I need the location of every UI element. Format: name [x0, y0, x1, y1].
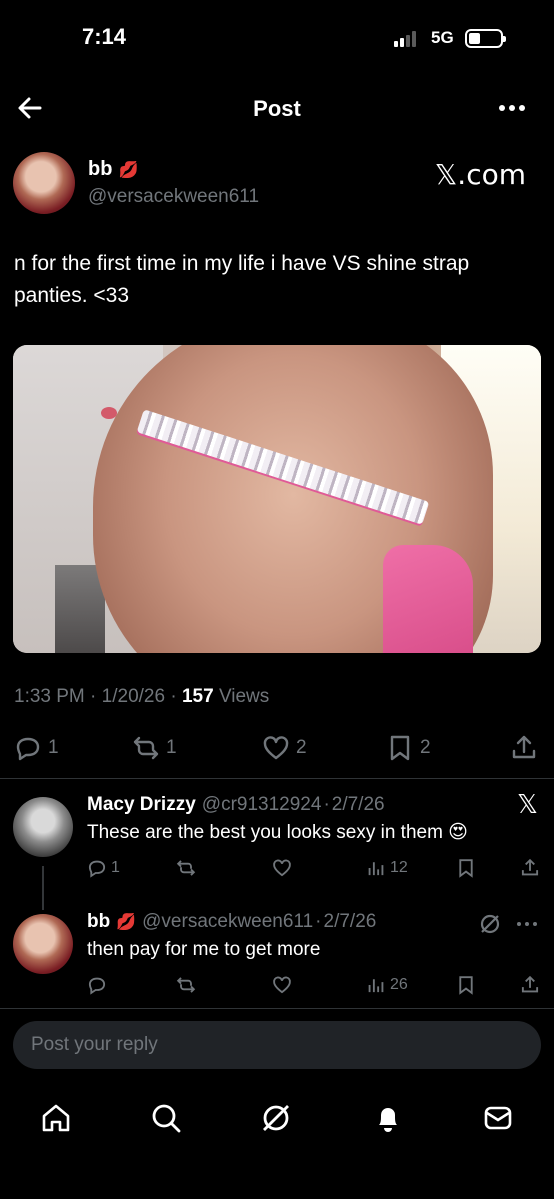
- post-time: 1:33 PM: [14, 686, 85, 707]
- bookmark-button[interactable]: 2: [386, 730, 431, 766]
- reply-composer[interactable]: [13, 1021, 541, 1069]
- reply-input[interactable]: [31, 1021, 511, 1069]
- views-label: Views: [218, 686, 270, 707]
- grok-icon[interactable]: [256, 1098, 296, 1138]
- battery-icon: [465, 29, 506, 48]
- source-label: 𝕏.com: [434, 158, 526, 191]
- like-count: 2: [296, 737, 307, 758]
- reply-count: 1: [48, 737, 59, 758]
- heart-icon: [273, 976, 291, 994]
- reply-button[interactable]: [87, 975, 107, 995]
- views-count: 157: [181, 686, 214, 707]
- views-count: 26: [390, 976, 408, 993]
- reply-button[interactable]: 1: [87, 858, 120, 878]
- reply-icon: [88, 977, 106, 995]
- reply-text: then pay for me to get more: [87, 939, 321, 960]
- page-title: Post: [253, 96, 301, 121]
- status-time: 7:14: [82, 24, 127, 49]
- share-button[interactable]: [520, 858, 540, 878]
- reply-author[interactable]: bb 💋 @versacekween611 · 2/7/26: [87, 911, 376, 933]
- thread-line: [42, 866, 44, 910]
- post-text: n for the first time in my life i have V…: [14, 252, 470, 307]
- like-button[interactable]: [272, 975, 292, 995]
- avatar[interactable]: [13, 152, 75, 214]
- post-actions: 1 1 2 2: [0, 730, 554, 766]
- repost-icon: [133, 736, 159, 760]
- bookmark-icon: [390, 735, 410, 761]
- views-button[interactable]: 12: [366, 858, 408, 878]
- views-count: 12: [390, 859, 408, 876]
- post-meta: 1:33 PM · 1/20/26 · 157 Views: [14, 686, 270, 707]
- author-name-text: bb: [88, 158, 113, 180]
- author-name[interactable]: bb 💋: [88, 158, 138, 181]
- share-icon: [521, 858, 539, 876]
- reply-separator: ·: [315, 911, 322, 932]
- share-icon: [521, 975, 539, 993]
- like-button[interactable]: 2: [262, 730, 307, 766]
- messages-icon[interactable]: [478, 1098, 518, 1138]
- repost-count: 1: [166, 737, 177, 758]
- grok-icon[interactable]: [478, 912, 502, 936]
- bookmark-button[interactable]: [456, 975, 476, 995]
- repost-button[interactable]: [176, 858, 196, 878]
- reply-icon: [88, 860, 106, 878]
- lips-emoji: 💋: [118, 162, 139, 179]
- home-icon[interactable]: [36, 1098, 76, 1138]
- lips-emoji: 💋: [116, 914, 137, 931]
- analytics-icon: [368, 862, 384, 876]
- more-horizontal-icon[interactable]: [514, 912, 540, 936]
- like-button[interactable]: [272, 858, 292, 878]
- reply-date: 2/7/26: [323, 911, 377, 932]
- repost-icon: [176, 860, 196, 876]
- post-date: 1/20/26: [101, 686, 166, 707]
- bookmark-icon: [459, 976, 473, 995]
- reply-separator: ·: [323, 794, 330, 815]
- repost-button[interactable]: 1: [132, 730, 177, 766]
- reply-author-handle: @versacekween611: [142, 911, 314, 932]
- reply-count: 1: [111, 859, 120, 876]
- x-logo-icon: 𝕏: [517, 790, 538, 820]
- reply-date: 2/7/26: [331, 794, 385, 815]
- share-button[interactable]: [510, 730, 538, 766]
- status-bar: 7:14 5G: [0, 0, 554, 70]
- more-horizontal-icon[interactable]: [496, 92, 528, 124]
- avatar[interactable]: [13, 797, 73, 857]
- network-label: 5G: [431, 28, 454, 47]
- reply-author-name: bb: [87, 911, 111, 932]
- reply-button[interactable]: 1: [14, 730, 59, 766]
- bookmark-count: 2: [420, 737, 431, 758]
- reply-author-handle: @cr91312924: [201, 794, 322, 815]
- reply-author-name: Macy Drizzy: [87, 794, 196, 815]
- reply-text: These are the best you looks sexy in the…: [87, 822, 468, 843]
- search-icon[interactable]: [146, 1098, 186, 1138]
- post-header: Post: [0, 80, 554, 136]
- divider: [0, 1008, 554, 1009]
- heart-icon: [273, 859, 291, 877]
- avatar[interactable]: [13, 914, 73, 974]
- reply-actions: 26: [0, 975, 554, 999]
- repost-icon: [176, 977, 196, 993]
- battery-fill: [469, 33, 480, 44]
- post-author: bb 💋 @versacekween611 𝕏.com: [0, 152, 554, 216]
- notifications-icon[interactable]: [368, 1098, 408, 1138]
- repost-button[interactable]: [176, 975, 196, 995]
- share-icon: [512, 735, 536, 759]
- bookmark-icon: [459, 859, 473, 878]
- divider: [0, 778, 554, 779]
- heart-icon: [263, 736, 289, 760]
- reply-actions: 1 12: [0, 858, 554, 882]
- reply-author[interactable]: Macy Drizzy @cr91312924 · 2/7/26: [87, 794, 385, 816]
- analytics-icon: [368, 979, 384, 993]
- post-image[interactable]: [13, 345, 541, 653]
- signal-icon: [394, 29, 424, 47]
- author-handle[interactable]: @versacekween611: [88, 186, 259, 208]
- views-button[interactable]: 26: [366, 975, 408, 995]
- bookmark-button[interactable]: [456, 858, 476, 878]
- share-button[interactable]: [520, 975, 540, 995]
- image-panty: [383, 545, 473, 653]
- bottom-nav: [0, 1090, 554, 1150]
- reply-icon: [16, 737, 40, 761]
